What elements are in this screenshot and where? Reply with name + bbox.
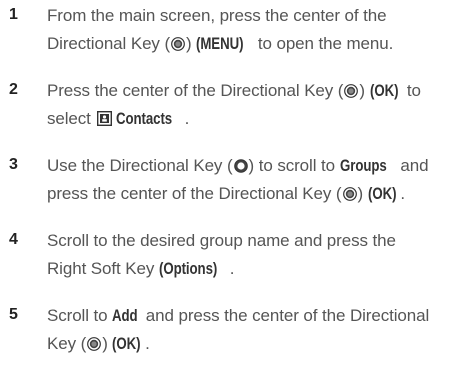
step-text: Press the center of the Directional Key …	[47, 77, 472, 133]
instruction-steps: 1 From the main screen, press the center…	[0, 0, 476, 368]
step-line: From the main screen, press the center o…	[47, 6, 387, 25]
step-line: Press the center of the Directional Key …	[47, 77, 472, 105]
step-line: select Contacts.	[47, 105, 472, 133]
menu-label: (MENU)	[196, 34, 244, 53]
step-text: Scroll to Add and press the center of th…	[47, 302, 472, 358]
step-line: Right Soft Key (Options).	[47, 255, 472, 283]
step-line: Scroll to Add and press the center of th…	[47, 302, 472, 330]
directional-key-center-icon	[344, 84, 358, 98]
step-line: press the center of the Directional Key …	[47, 180, 472, 208]
ok-label: (OK)	[369, 81, 399, 100]
add-label: Add	[112, 306, 138, 325]
step-text: Scroll to the desired group name and pre…	[47, 227, 472, 283]
step-number: 4	[9, 231, 18, 248]
step-line: Scroll to the desired group name and pre…	[47, 231, 396, 250]
directional-key-center-icon	[343, 187, 357, 201]
step-number: 3	[9, 156, 18, 173]
step-line: Use the Directional Key () to scroll to …	[47, 152, 472, 180]
step-number: 1	[9, 6, 18, 23]
ok-label: (OK)	[112, 334, 141, 353]
step-line: Directional Key () (MENU) to open the me…	[47, 30, 472, 58]
directional-key-center-icon	[171, 37, 185, 51]
contacts-icon	[97, 111, 112, 126]
contacts-label: Contacts	[116, 109, 173, 128]
step-text: From the main screen, press the center o…	[47, 2, 472, 58]
step-line: Key () (OK).	[47, 330, 472, 358]
step-text: Use the Directional Key () to scroll to …	[47, 152, 472, 208]
step-number: 5	[9, 306, 18, 323]
ok-label: (OK)	[367, 184, 397, 203]
groups-label: Groups	[339, 156, 387, 175]
options-label: (Options)	[158, 259, 218, 278]
directional-key-icon	[234, 159, 248, 173]
directional-key-center-icon	[87, 337, 101, 351]
step-number: 2	[9, 81, 18, 98]
